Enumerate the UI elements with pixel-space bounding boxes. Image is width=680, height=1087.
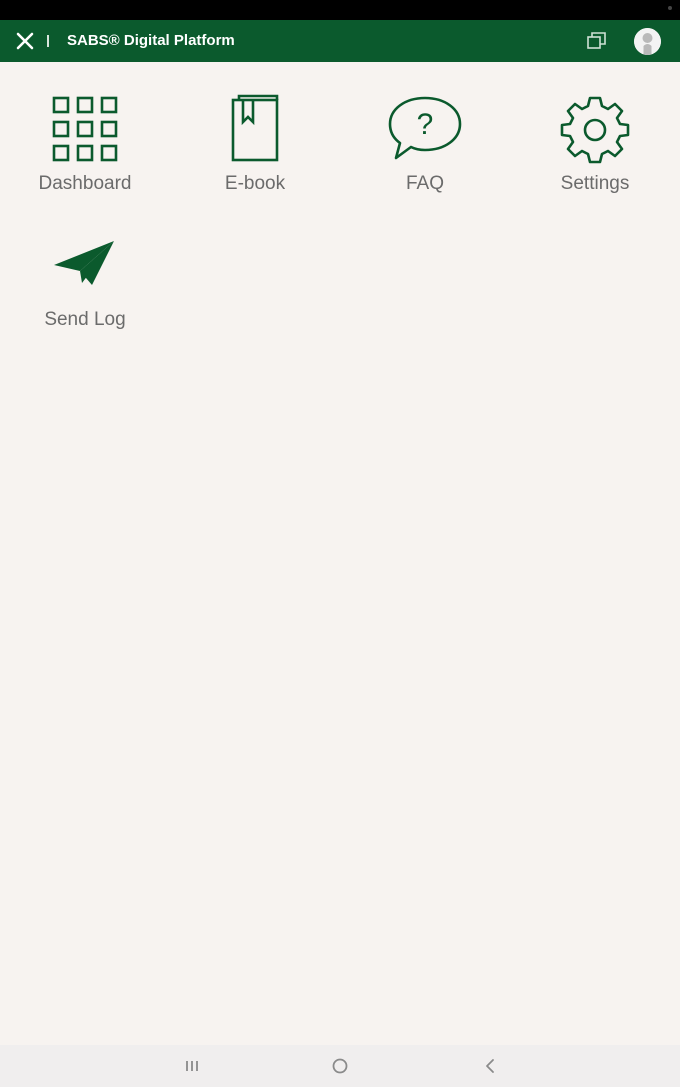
menu-label-faq: FAQ — [405, 173, 444, 194]
menu-icon-wrapper — [215, 92, 295, 166]
back-icon — [486, 1059, 494, 1073]
home-icon — [332, 1058, 348, 1074]
book-icon — [231, 94, 279, 162]
avatar[interactable] — [634, 28, 661, 55]
gear-icon — [560, 96, 630, 164]
status-bar — [0, 0, 680, 20]
menu-item-faq[interactable]: ? FAQ — [340, 62, 510, 194]
system-nav-bar — [0, 1045, 680, 1087]
menu-label-send-log: Send Log — [44, 309, 126, 330]
windows-button[interactable] — [584, 30, 610, 52]
back-button[interactable] — [470, 1053, 510, 1079]
grid-icon — [52, 96, 118, 162]
recents-icon — [186, 1061, 198, 1071]
menu-label-dashboard: Dashboard — [38, 173, 132, 194]
menu-icon-wrapper — [555, 92, 635, 166]
copy-windows-icon — [587, 32, 606, 49]
status-indicator — [668, 6, 672, 10]
user-avatar-icon — [634, 28, 661, 55]
menu-item-dashboard[interactable]: Dashboard — [0, 62, 170, 194]
recents-button[interactable] — [172, 1053, 212, 1079]
home-button[interactable] — [320, 1053, 360, 1079]
title-divider — [47, 35, 49, 47]
menu-label-ebook: E-book — [224, 173, 286, 194]
app-bar: SABS® Digital Platform — [0, 20, 680, 62]
close-button[interactable] — [12, 29, 38, 53]
menu-item-settings[interactable]: Settings — [510, 62, 680, 194]
paper-plane-icon — [54, 241, 114, 285]
menu-icon-wrapper — [45, 92, 125, 166]
menu-item-send-log[interactable]: Send Log — [0, 212, 170, 337]
menu-icon-wrapper — [45, 232, 125, 296]
question-bubble-icon: ? — [388, 96, 462, 160]
svg-text:?: ? — [417, 108, 434, 141]
close-icon — [16, 32, 34, 50]
menu-item-ebook[interactable]: E-book — [170, 62, 340, 194]
app-title: SABS® Digital Platform — [67, 32, 235, 49]
menu-icon-wrapper: ? — [385, 92, 465, 166]
menu-label-settings: Settings — [560, 173, 630, 194]
